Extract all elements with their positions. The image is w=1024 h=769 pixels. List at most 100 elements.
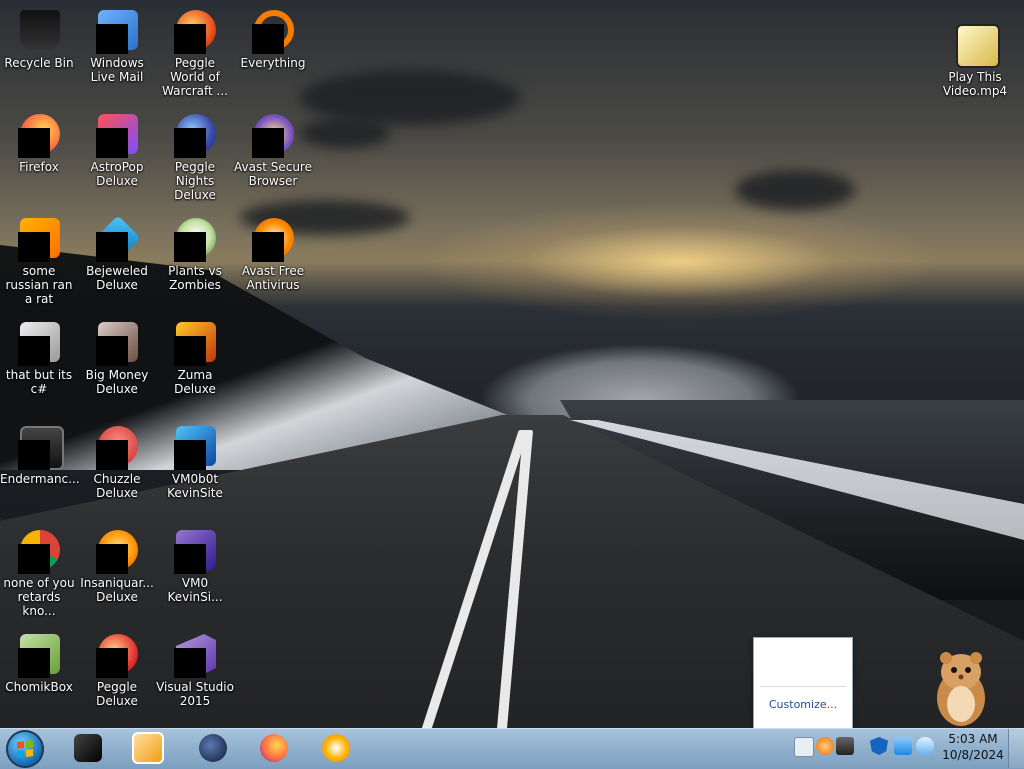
tray-shield-icon[interactable] [870, 737, 888, 755]
taskbar-pinned-2[interactable] [130, 731, 166, 765]
icon-label: Play This Video.mp4 [942, 70, 1008, 98]
taskbar-pinned-4[interactable] [256, 731, 292, 765]
desktop-icon-avast-antivirus[interactable]: Avast Free Antivirus [234, 214, 312, 292]
firefox-icon [260, 734, 288, 762]
desktop-icon-insaniquarium[interactable]: Insaniquar... Deluxe [78, 526, 156, 604]
desktop-icon-peggle-nights[interactable]: Peggle Nights Deluxe [156, 110, 234, 202]
desktop-icon-peggle-wow[interactable]: Peggle World of Warcraft ... [156, 6, 234, 98]
desktop-icon-peggle-deluxe[interactable]: Peggle Deluxe [78, 630, 156, 708]
volume-icon[interactable] [916, 737, 934, 755]
icon-label: Everything [240, 56, 306, 70]
popup-divider [760, 686, 846, 687]
desktop-icon-endermanch[interactable]: Endermanc... [0, 422, 80, 486]
desktop-icon-astropop[interactable]: AstroPop Deluxe [78, 110, 156, 188]
desktop-icon-russian-rat[interactable]: some russian ran a rat [0, 214, 78, 306]
system-tray [792, 731, 942, 765]
icon-label: Avast Secure Browser [234, 160, 312, 188]
icon-label: Zuma Deluxe [174, 368, 216, 396]
customize-link[interactable]: Customize... [754, 698, 852, 711]
redaction-box [18, 336, 50, 366]
taskbar-pinned-3[interactable] [195, 731, 231, 765]
redaction-box [96, 544, 128, 574]
redaction-box [18, 440, 50, 470]
black-window-icon [74, 734, 102, 762]
desktop-icon-vm0b0t[interactable]: VM0b0t KevinSite [156, 422, 234, 500]
desktop-icon-play-this-video[interactable]: Play This Video.mp4 [936, 20, 1014, 98]
show-desktop-button[interactable] [1008, 729, 1024, 768]
icon-label: Plants vs Zombies [168, 264, 222, 292]
tray-app-icon[interactable] [816, 737, 834, 755]
icon-label: Avast Free Antivirus [241, 264, 305, 292]
video-file-icon [956, 24, 1000, 68]
desktop-icon-visual-studio-2015[interactable]: Visual Studio 2015 [156, 630, 234, 708]
hamster-icon [937, 652, 985, 726]
wallpaper-cloud [300, 118, 390, 148]
clock-date: 10/8/2024 [942, 748, 1004, 762]
desktop-icon-firefox[interactable]: Firefox [0, 110, 78, 174]
icon-label: Windows Live Mail [90, 56, 144, 84]
redaction-box [96, 440, 128, 470]
redaction-box [18, 128, 50, 158]
redaction-box [174, 128, 206, 158]
icon-label: Big Money Deluxe [85, 368, 149, 396]
icon-label: Recycle Bin [4, 56, 74, 70]
icon-label: Endermanc... [0, 472, 80, 486]
desktop-icon-chomikbox[interactable]: ChomikBox [0, 630, 78, 694]
redaction-box [96, 232, 128, 262]
taskbar-pinned-1[interactable] [70, 731, 106, 765]
network-icon[interactable] [894, 737, 912, 755]
icon-label: none of you retards kno... [3, 576, 75, 618]
redaction-box [174, 440, 206, 470]
redaction-box [252, 128, 284, 158]
redaction-box [174, 336, 206, 366]
recycle-bin-icon [20, 10, 60, 50]
redaction-box [174, 648, 206, 678]
redaction-box [96, 24, 128, 54]
redaction-box [18, 544, 50, 574]
taskbar-pinned-5[interactable] [318, 731, 354, 765]
desktop-icon-big-money[interactable]: Big Money Deluxe [78, 318, 156, 396]
icon-label: Bejeweled Deluxe [86, 264, 148, 292]
icon-label: Peggle Nights Deluxe [174, 160, 216, 202]
desktop-icon-bejeweled[interactable]: Bejeweled Deluxe [78, 214, 156, 292]
tray-overflow-popup: Customize... [753, 637, 853, 729]
redaction-box [96, 128, 128, 158]
icon-label: Chuzzle Deluxe [93, 472, 141, 500]
icon-label: Peggle Deluxe [96, 680, 138, 708]
redaction-box [96, 648, 128, 678]
icon-label: VM0b0t KevinSite [167, 472, 223, 500]
desktop-icon-vm0-kevinsite[interactable]: VM0 KevinSi... [156, 526, 234, 604]
desktop-icon-avast-browser[interactable]: Avast Secure Browser [234, 110, 312, 188]
avast-browser-icon [322, 734, 350, 762]
icon-label: Insaniquar... Deluxe [80, 576, 154, 604]
media-player-icon [132, 732, 164, 764]
hamster-gadget[interactable] [930, 646, 992, 728]
redaction-box [174, 232, 206, 262]
windows-logo-icon [17, 740, 33, 758]
desktop-icon-zuma[interactable]: Zuma Deluxe [156, 318, 234, 396]
desktop-icon-none-of-you[interactable]: none of you retards kno... [0, 526, 78, 618]
globe-icon [199, 734, 227, 762]
desktop-icon-that-but-csharp[interactable]: that but its c# [0, 318, 78, 396]
redaction-box [18, 232, 50, 262]
tray-expand-icon[interactable] [794, 737, 814, 757]
taskbar-clock[interactable]: 5:03 AM 10/8/2024 [942, 731, 1004, 765]
tray-app-icon[interactable] [836, 737, 854, 755]
start-button[interactable] [6, 730, 44, 768]
redaction-box [252, 24, 284, 54]
clock-time: 5:03 AM [948, 732, 998, 746]
desktop-icon-plants-vs-zombies[interactable]: Plants vs Zombies [156, 214, 234, 292]
icon-label: Visual Studio 2015 [156, 680, 234, 708]
desktop-icon-everything[interactable]: Everything [234, 6, 312, 70]
icon-label: Peggle World of Warcraft ... [162, 56, 228, 98]
desktop-icon-recycle-bin[interactable]: Recycle Bin [0, 6, 78, 70]
icon-label: ChomikBox [5, 680, 73, 694]
redaction-box [252, 232, 284, 262]
redaction-box [96, 336, 128, 366]
redaction-box [174, 544, 206, 574]
icon-label: that but its c# [5, 368, 73, 396]
icon-label: some russian ran a rat [5, 264, 73, 306]
redaction-box [174, 24, 206, 54]
desktop-icon-chuzzle[interactable]: Chuzzle Deluxe [78, 422, 156, 500]
desktop-icon-windows-live-mail[interactable]: Windows Live Mail [78, 6, 156, 84]
